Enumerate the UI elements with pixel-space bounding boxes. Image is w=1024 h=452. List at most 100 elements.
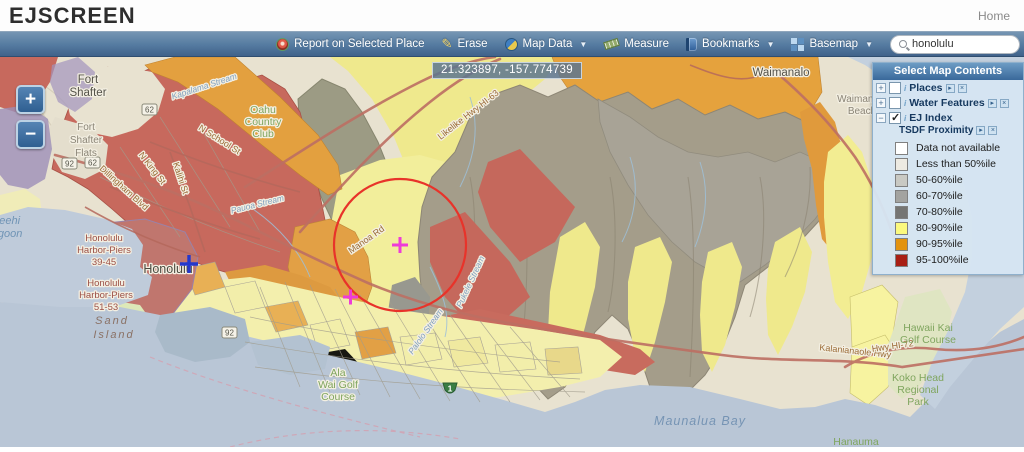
svg-text:Harbor-Piers: Harbor-Piers	[77, 245, 131, 256]
svg-text:92: 92	[65, 160, 74, 169]
svg-text:Hawaii Kai: Hawaii Kai	[903, 322, 953, 334]
svg-text:Ala: Ala	[330, 367, 345, 379]
svg-text:Fort: Fort	[77, 122, 95, 133]
report-icon	[276, 37, 290, 51]
search-icon	[899, 40, 907, 48]
svg-text:Fort: Fort	[78, 74, 99, 86]
legend-swatch	[895, 237, 908, 251]
tsdf-legend: Data not available Less than 50%ile 50-6…	[873, 138, 1023, 274]
map-toolbar: Report on Selected Place ✎ Erase Map Dat…	[0, 31, 1024, 57]
svg-text:Sand: Sand	[95, 315, 129, 327]
legend-row: 50-60%ile	[873, 172, 1023, 188]
svg-text:Keehi: Keehi	[0, 215, 21, 227]
layer-label-ej-index: EJ Index	[909, 112, 953, 124]
legend-row: 80-90%ile	[873, 220, 1023, 236]
places-checkbox[interactable]	[889, 82, 901, 94]
sublayer-row-tsdf: TSDF Proximity ▸ ×	[873, 125, 1023, 138]
layer-options-icon[interactable]: ▸	[987, 98, 997, 108]
app-logo: EJSCREEN	[9, 3, 136, 28]
svg-text:Lagoon: Lagoon	[0, 228, 22, 240]
svg-text:Regional: Regional	[897, 384, 938, 396]
zoom-in-button[interactable]: +	[16, 85, 45, 114]
svg-text:Harbor-Piers: Harbor-Piers	[79, 290, 133, 301]
app-header: EJSCREEN Home	[0, 0, 1024, 31]
legend-swatch	[895, 253, 908, 267]
panel-title: Select Map Contents	[873, 63, 1023, 80]
svg-text:Flats: Flats	[75, 148, 97, 159]
layer-label-water-features: Water Features	[909, 97, 985, 109]
bookmarks-label: Bookmarks	[702, 38, 760, 50]
report-on-selected-place-button[interactable]: Report on Selected Place	[276, 37, 425, 51]
legend-swatch	[895, 173, 908, 187]
zoom-out-button[interactable]: −	[16, 120, 45, 149]
legend-swatch	[895, 157, 908, 171]
layer-options-icon[interactable]: ▸	[945, 83, 955, 93]
layer-row-water-features: + i Water Features ▸ ×	[873, 95, 1023, 110]
search-box[interactable]	[890, 34, 1020, 54]
svg-text:Wai Golf: Wai Golf	[318, 379, 358, 391]
legend-row: 60-70%ile	[873, 188, 1023, 204]
svg-text:Golf Course: Golf Course	[900, 334, 956, 346]
info-icon: i	[904, 113, 907, 123]
svg-text:Honolulu: Honolulu	[87, 278, 125, 289]
svg-text:Club: Club	[252, 128, 274, 140]
sublayer-options-icon[interactable]: ▸	[976, 126, 986, 135]
legend-swatch	[895, 205, 908, 219]
map-container: 92 62 62 92 1 Likelike Hwy HI-63 Kalania…	[0, 55, 1024, 448]
legend-swatch	[895, 221, 908, 235]
erase-label: Erase	[457, 38, 488, 50]
legend-row: 95-100%ile	[873, 252, 1023, 268]
basemap-label: Basemap	[809, 38, 859, 50]
sublayer-close-icon[interactable]: ×	[988, 126, 998, 135]
map-canvas[interactable]: 92 62 62 92 1 Likelike Hwy HI-63 Kalania…	[0, 55, 1024, 448]
home-link[interactable]: Home	[978, 9, 1010, 23]
svg-text:Course: Course	[321, 391, 355, 403]
map-data-menu[interactable]: Map Data ▼	[504, 37, 588, 51]
report-label: Report on Selected Place	[294, 38, 425, 50]
globe-icon	[504, 37, 518, 51]
legend-row: Data not available	[873, 140, 1023, 156]
svg-text:Oahu: Oahu	[250, 104, 276, 116]
ej-index-checkbox[interactable]	[889, 111, 901, 124]
sublayer-label: TSDF Proximity	[899, 125, 974, 136]
erase-button[interactable]: ✎ Erase	[442, 36, 488, 52]
svg-text:Waimanalo: Waimanalo	[752, 67, 809, 79]
svg-text:Shafter: Shafter	[69, 87, 106, 99]
expand-icon[interactable]: +	[876, 83, 886, 93]
basemap-menu[interactable]: Basemap ▼	[791, 37, 873, 51]
layer-close-icon[interactable]: ×	[999, 98, 1009, 108]
water-features-checkbox[interactable]	[889, 97, 901, 109]
layer-row-ej-index: − i EJ Index	[873, 110, 1023, 125]
svg-text:Park: Park	[907, 396, 929, 408]
svg-text:1: 1	[448, 384, 453, 394]
basemap-grid-icon	[791, 37, 805, 51]
legend-row: 90-95%ile	[873, 236, 1023, 252]
legend-row: Less than 50%ile	[873, 156, 1023, 172]
search-input[interactable]	[912, 38, 1011, 50]
layer-label-places: Places	[909, 82, 943, 94]
map-contents-panel: Select Map Contents + i Places ▸ × + i W…	[872, 62, 1024, 275]
chevron-down-icon: ▼	[865, 39, 873, 49]
erase-pencil-icon: ✎	[441, 36, 453, 51]
svg-text:Honolulu: Honolulu	[85, 233, 123, 244]
legend-swatch	[895, 141, 908, 155]
svg-text:39-45: 39-45	[92, 257, 116, 268]
bookmarks-menu[interactable]: Bookmarks ▼	[686, 37, 774, 51]
measure-button[interactable]: Measure	[603, 37, 670, 51]
bookmark-icon	[686, 37, 698, 51]
measure-label: Measure	[624, 38, 670, 50]
info-icon: i	[904, 98, 907, 108]
svg-text:Maunalua Bay: Maunalua Bay	[654, 414, 746, 428]
expand-icon[interactable]: +	[876, 98, 886, 108]
info-icon: i	[904, 83, 907, 93]
layer-close-icon[interactable]: ×	[957, 83, 967, 93]
svg-text:Shafter: Shafter	[70, 135, 103, 146]
svg-text:92: 92	[225, 329, 234, 338]
legend-swatch	[895, 189, 908, 203]
svg-text:Country: Country	[245, 116, 283, 128]
layer-row-places: + i Places ▸ ×	[873, 80, 1023, 95]
svg-text:62: 62	[88, 159, 97, 168]
chevron-down-icon: ▼	[579, 39, 588, 49]
collapse-icon[interactable]: −	[876, 113, 886, 123]
coordinates-readout: 21.323897, -157.774739	[432, 62, 582, 79]
